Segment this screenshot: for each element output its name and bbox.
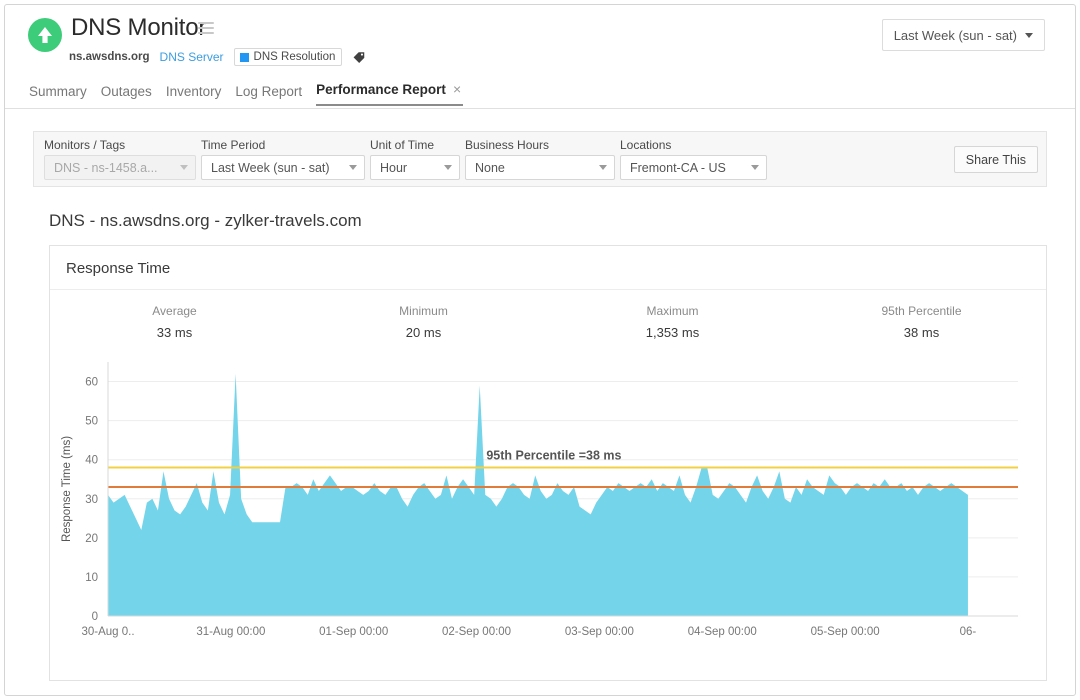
x-tick-label: 06-: [960, 626, 977, 638]
blue-square-icon: [240, 53, 249, 62]
filter-locations: Locations Fremont-CA - US: [620, 138, 767, 180]
y-tick-label: 0: [92, 611, 98, 623]
chart-annotation: 95th Percentile =38 ms: [486, 449, 621, 463]
app-window: DNS Monitor ns.awsdns.org DNS Server DNS…: [4, 4, 1076, 696]
locations-value: Fremont-CA - US: [630, 161, 726, 175]
y-axis-title: Response Time (ms): [61, 436, 73, 542]
filter-label: Business Hours: [465, 138, 615, 152]
tab-performance-report[interactable]: Performance Report ×: [316, 81, 463, 106]
summary-stats: Average 33 ms Minimum 20 ms Maximum 1,35…: [50, 290, 1046, 344]
x-tick-label: 01-Sep 00:00: [319, 626, 388, 638]
hamburger-menu-icon[interactable]: [198, 22, 214, 35]
stat-average: Average 33 ms: [50, 304, 299, 340]
tab-label: Outages: [101, 84, 152, 99]
tab-inventory[interactable]: Inventory: [166, 84, 222, 106]
tab-outages[interactable]: Outages: [101, 84, 152, 106]
tab-label: Log Report: [235, 84, 302, 99]
y-tick-label: 20: [85, 533, 98, 545]
app-header: DNS Monitor ns.awsdns.org DNS Server DNS…: [5, 5, 1075, 109]
filter-label: Monitors / Tags: [44, 138, 196, 152]
unit-of-time-select[interactable]: Hour: [370, 155, 460, 180]
tag-icon[interactable]: [352, 50, 366, 64]
filter-label: Locations: [620, 138, 767, 152]
tab-log-report[interactable]: Log Report: [235, 84, 302, 106]
report-heading: DNS - ns.awsdns.org - zylker-travels.com: [49, 211, 1075, 231]
business-hours-value: None: [475, 161, 505, 175]
x-tick-label: 02-Sep 00:00: [442, 626, 511, 638]
y-tick-label: 10: [85, 572, 98, 584]
tab-label: Inventory: [166, 84, 222, 99]
up-arrow-circle-icon: [28, 18, 62, 52]
chart-canvas[interactable]: 0 10 20 30 40 50 60 95th Percentile =38 ms 30-Au…: [50, 348, 1034, 658]
chevron-down-icon: [599, 165, 607, 170]
time-period-select[interactable]: Last Week (sun - sat): [201, 155, 365, 180]
y-tick-label: 40: [85, 455, 98, 467]
area-series: [108, 374, 968, 616]
chevron-down-icon: [444, 165, 452, 170]
status-badge[interactable]: DNS Resolution: [234, 48, 343, 66]
page-title: DNS Monitor: [71, 14, 206, 42]
stat-label: Minimum: [299, 304, 548, 318]
stat-value: 20 ms: [299, 325, 548, 340]
filter-toolbar: Monitors / Tags DNS - ns-1458.a... Time …: [33, 131, 1047, 187]
chevron-down-icon: [1025, 33, 1033, 38]
chevron-down-icon: [751, 165, 759, 170]
panel-title: Response Time: [50, 246, 1046, 290]
monitors-tags-value: DNS - ns-1458.a...: [54, 161, 158, 175]
stat-label: 95th Percentile: [797, 304, 1046, 318]
filter-business-hours: Business Hours None: [465, 138, 615, 180]
status-badge-label: DNS Resolution: [254, 51, 336, 63]
filter-label: Unit of Time: [370, 138, 460, 152]
x-tick-label: 04-Sep 00:00: [688, 626, 757, 638]
stat-value: 33 ms: [50, 325, 299, 340]
stat-maximum: Maximum 1,353 ms: [548, 304, 797, 340]
chevron-down-icon: [180, 165, 188, 170]
monitors-tags-select[interactable]: DNS - ns-1458.a...: [44, 155, 196, 180]
monitor-meta: ns.awsdns.org DNS Server DNS Resolution: [69, 48, 366, 66]
close-icon[interactable]: ×: [453, 81, 461, 97]
share-this-button[interactable]: Share This: [954, 146, 1038, 173]
y-tick-label: 60: [85, 377, 98, 389]
time-period-value: Last Week (sun - sat): [211, 161, 330, 175]
tab-summary[interactable]: Summary: [29, 84, 87, 106]
filter-label: Time Period: [201, 138, 365, 152]
x-tick-label: 30-Aug 0..: [81, 626, 134, 638]
business-hours-select[interactable]: None: [465, 155, 615, 180]
response-time-panel: Response Time Average 33 ms Minimum 20 m…: [49, 245, 1047, 681]
filter-monitors-tags: Monitors / Tags DNS - ns-1458.a...: [44, 138, 196, 180]
global-time-period-picker[interactable]: Last Week (sun - sat): [882, 19, 1045, 51]
monitor-hostname: ns.awsdns.org: [69, 51, 150, 63]
x-tick-label: 03-Sep 00:00: [565, 626, 634, 638]
locations-select[interactable]: Fremont-CA - US: [620, 155, 767, 180]
filter-unit-of-time: Unit of Time Hour: [370, 138, 460, 180]
monitor-type-link[interactable]: DNS Server: [160, 50, 224, 64]
unit-of-time-value: Hour: [380, 161, 407, 175]
stat-value: 38 ms: [797, 325, 1046, 340]
response-time-chart: 0 10 20 30 40 50 60 95th Percentile =38 ms 30-Au…: [50, 348, 1046, 658]
stat-minimum: Minimum 20 ms: [299, 304, 548, 340]
tab-label: Performance Report: [316, 82, 446, 97]
stat-label: Maximum: [548, 304, 797, 318]
filter-time-period: Time Period Last Week (sun - sat): [201, 138, 365, 180]
global-time-period-value: Last Week (sun - sat): [894, 28, 1017, 43]
stat-95th-percentile: 95th Percentile 38 ms: [797, 304, 1046, 340]
tab-bar: Summary Outages Inventory Log Report Per…: [29, 81, 463, 106]
stat-value: 1,353 ms: [548, 325, 797, 340]
y-tick-label: 50: [85, 416, 98, 428]
stat-label: Average: [50, 304, 299, 318]
x-tick-label: 31-Aug 00:00: [196, 626, 265, 638]
x-tick-label: 05-Sep 00:00: [811, 626, 880, 638]
tab-label: Summary: [29, 84, 87, 99]
chevron-down-icon: [349, 165, 357, 170]
y-tick-label: 30: [85, 494, 98, 506]
